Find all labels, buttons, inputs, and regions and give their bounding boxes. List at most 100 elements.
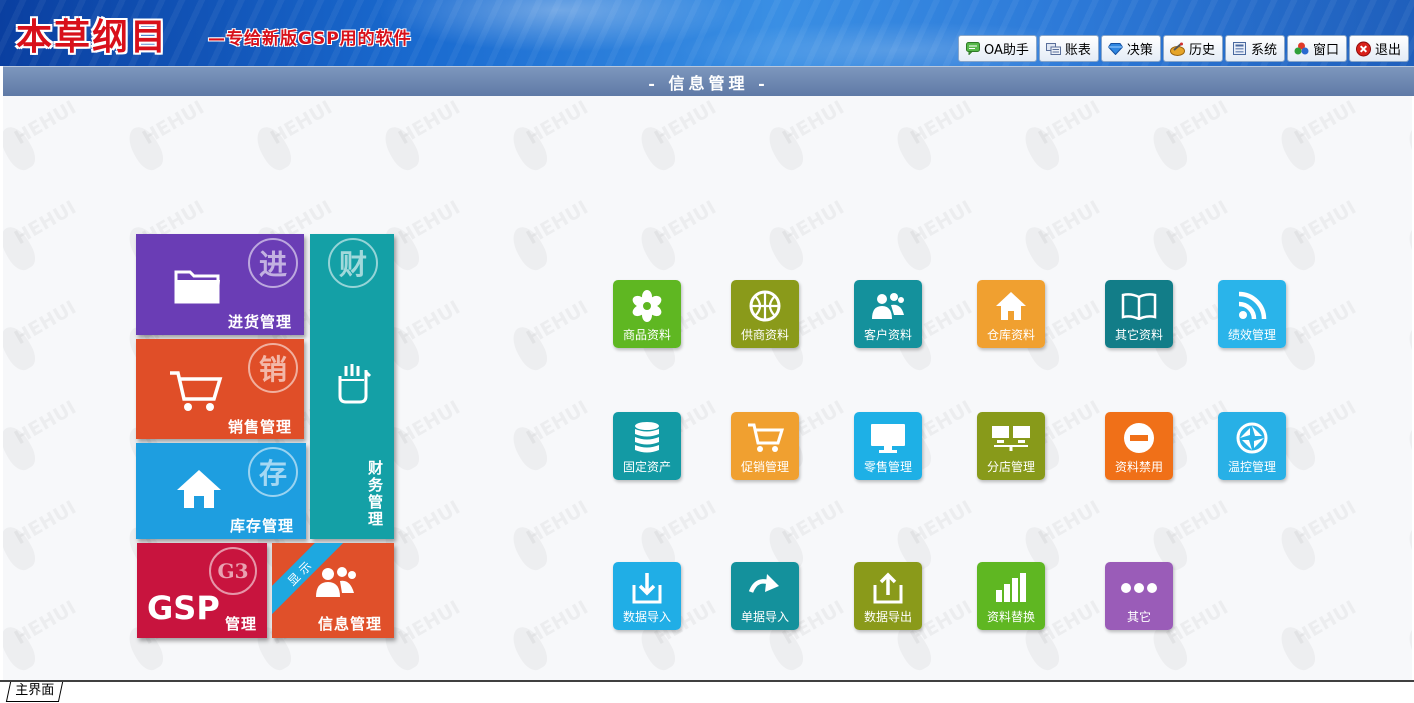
module-tile-book[interactable]: 其它资料: [1105, 280, 1173, 348]
gsp-label: 管理: [225, 615, 258, 633]
module-tile-import[interactable]: 数据导入: [613, 562, 681, 630]
module-tile-monitor[interactable]: 零售管理: [854, 412, 922, 480]
module-tile-label: 资料禁用: [1114, 460, 1163, 474]
redo-icon: [731, 570, 799, 606]
diamond-icon: [1107, 41, 1123, 56]
decision-label: 决策: [1126, 43, 1153, 58]
watermark-logo: HEHUI: [395, 191, 498, 291]
system-label: 系统: [1250, 43, 1277, 58]
app-logo-subtitle: —专给新版GSP用的软件: [208, 29, 412, 49]
module-tile-people[interactable]: 客户资料: [854, 280, 922, 348]
watermark-logo: HEHUI: [395, 491, 498, 591]
watermark-logo: HEHUI: [1163, 96, 1266, 191]
watermark-logo: HEHUI: [11, 191, 114, 291]
history-button[interactable]: 历史: [1162, 35, 1223, 62]
home-icon: [177, 470, 221, 508]
module-tile-label: 供商资料: [740, 328, 789, 342]
watermark-logo: HEHUI: [523, 591, 626, 680]
main-panel: HEHUIHEHUIHEHUIHEHUIHEHUIHEHUIHEHUIHEHUI…: [3, 96, 1412, 680]
bottom-tab-bar: 主界面: [0, 680, 1414, 703]
finance-label: 财务管理: [368, 459, 385, 528]
history-icon: [1169, 41, 1185, 56]
cart-icon: [731, 420, 799, 456]
oa-assistant-button[interactable]: OA助手: [958, 35, 1037, 62]
barchart-icon: [977, 570, 1045, 606]
module-tile-label: 仓库资料: [986, 328, 1035, 342]
top-toolbar: OA助手 账表 决策 历史 系统 窗口 退出: [958, 35, 1409, 62]
watermark-logo: HEHUI: [907, 96, 1010, 191]
tab-main-interface[interactable]: 主界面: [5, 682, 64, 702]
module-tile-rss[interactable]: 绩效管理: [1218, 280, 1286, 348]
module-tile-redo[interactable]: 单据导入: [731, 562, 799, 630]
module-tile-network[interactable]: 分店管理: [977, 412, 1045, 480]
info-management-tile[interactable]: 显 示 信息管理: [272, 543, 394, 638]
module-tile-barchart[interactable]: 资料替换: [977, 562, 1045, 630]
purchase-management-tile[interactable]: 进 进货管理: [136, 234, 304, 335]
show-ribbon-text: 显 示: [284, 558, 315, 589]
module-tile-label: 绩效管理: [1227, 328, 1276, 342]
module-tile-label: 数据导出: [863, 610, 912, 624]
watermark-logo: HEHUI: [1291, 391, 1394, 491]
basketball-icon: [731, 288, 799, 324]
window-button[interactable]: 窗口: [1286, 35, 1347, 62]
watermark-logo: HEHUI: [395, 591, 498, 680]
monitor-icon: [854, 420, 922, 456]
watermark-logo: HEHUI: [651, 96, 754, 191]
module-tile-flower[interactable]: 商品资料: [613, 280, 681, 348]
watermark-logo: HEHUI: [1291, 291, 1394, 391]
watermark-logo: HEHUI: [1035, 96, 1138, 191]
module-tile-house[interactable]: 仓库资料: [977, 280, 1045, 348]
history-label: 历史: [1188, 43, 1215, 58]
module-tile-label: 其它: [1126, 610, 1151, 624]
exit-button[interactable]: 退出: [1348, 35, 1409, 62]
inventory-badge: 存: [248, 447, 298, 497]
module-tile-database[interactable]: 固定资产: [613, 412, 681, 480]
house-icon: [977, 288, 1045, 324]
watermark-logo: HEHUI: [1291, 96, 1394, 191]
folder-icon: [174, 270, 220, 304]
module-tile-cart[interactable]: 促销管理: [731, 412, 799, 480]
users-icon: [316, 567, 356, 597]
module-tile-export[interactable]: 数据导出: [854, 562, 922, 630]
finance-management-tile[interactable]: 财 财务管理: [310, 234, 394, 539]
flower-icon: [613, 288, 681, 324]
module-tile-camera[interactable]: 温控管理: [1218, 412, 1286, 480]
watermark-logo: HEHUI: [11, 96, 114, 191]
module-tile-basketball[interactable]: 供商资料: [731, 280, 799, 348]
database-icon: [613, 420, 681, 456]
module-tile-label: 商品资料: [622, 328, 671, 342]
forbid-icon: [1105, 420, 1173, 456]
watermark-logo: HEHUI: [395, 391, 498, 491]
watermark-logo: HEHUI: [1291, 491, 1394, 591]
module-tile-label: 分店管理: [986, 460, 1035, 474]
export-icon: [854, 570, 922, 606]
app-logo-title: 本草纲目: [16, 16, 169, 58]
module-tile-more[interactable]: 其它: [1105, 562, 1173, 630]
watermark-logo: HEHUI: [267, 96, 370, 191]
module-tile-forbid[interactable]: 资料禁用: [1105, 412, 1173, 480]
watermark-logo: HEHUI: [11, 291, 114, 391]
decision-button[interactable]: 决策: [1100, 35, 1161, 62]
watermark-logo: HEHUI: [523, 96, 626, 191]
module-tile-label: 其它资料: [1114, 328, 1163, 342]
watermark-logo: HEHUI: [779, 96, 882, 191]
finance-badge: 财: [328, 238, 378, 288]
system-button[interactable]: 系统: [1224, 35, 1285, 62]
module-tile-label: 客户资料: [863, 328, 912, 342]
system-icon: [1232, 41, 1247, 56]
watermark-logo: HEHUI: [1291, 191, 1394, 291]
header-banner: 本草纲目 —专给新版GSP用的软件 OA助手 账表 决策 历史 系统 窗口 退出: [0, 0, 1414, 66]
ledger-icon: [1045, 41, 1061, 56]
watermark-logo: HEHUI: [11, 591, 114, 680]
hand-icon: [338, 364, 372, 404]
info-label: 信息管理: [318, 615, 383, 633]
watermark-logo: HEHUI: [11, 391, 114, 491]
sales-management-tile[interactable]: 销 销售管理: [136, 339, 304, 439]
ledger-label: 账表: [1064, 43, 1091, 58]
gsp-management-tile[interactable]: G3 GSP 管理: [137, 543, 267, 638]
inventory-management-tile[interactable]: 存 库存管理: [136, 443, 306, 539]
people-icon: [854, 288, 922, 324]
exit-icon: [1355, 41, 1371, 56]
ledger-button[interactable]: 账表: [1038, 35, 1099, 62]
book-icon: [1105, 288, 1173, 324]
